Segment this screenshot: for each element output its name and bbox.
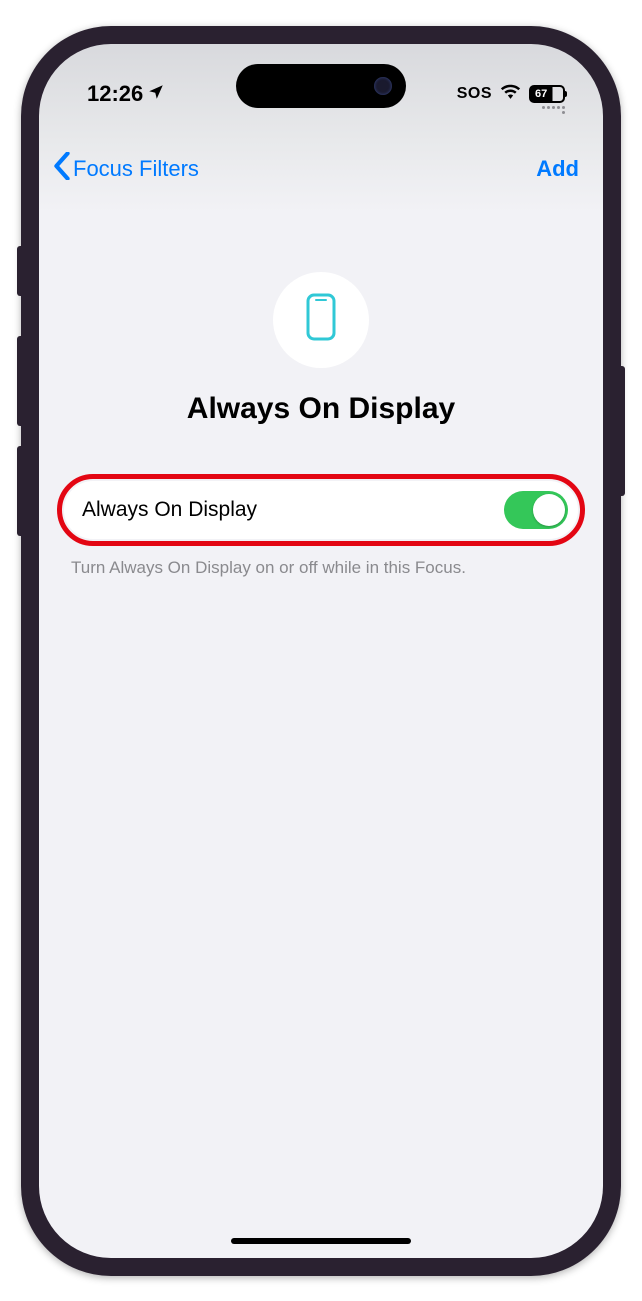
- add-button[interactable]: Add: [536, 156, 579, 182]
- side-button: [621, 366, 625, 496]
- always-on-display-row[interactable]: Always On Display: [64, 481, 578, 539]
- nav-bar: Focus Filters Add: [39, 124, 603, 194]
- battery-icon: 67: [529, 85, 565, 103]
- phone-frame: 12:26 SOS 67 Focus Filter: [21, 26, 621, 1276]
- chevron-left-icon: [53, 152, 71, 186]
- status-dots: [541, 106, 565, 114]
- status-right: SOS 67: [457, 83, 565, 104]
- front-camera: [374, 77, 392, 95]
- dynamic-island: [236, 64, 406, 108]
- row-label: Always On Display: [82, 498, 257, 522]
- wifi-icon: [500, 83, 521, 104]
- hero-icon-circle: [273, 272, 369, 368]
- settings-group: Always On Display Turn Always On Display…: [39, 426, 603, 578]
- highlight-annotation: Always On Display: [57, 474, 585, 546]
- screen: 12:26 SOS 67 Focus Filter: [39, 44, 603, 1258]
- page-title: Always On Display: [187, 392, 455, 426]
- always-on-display-toggle[interactable]: [504, 491, 568, 529]
- location-icon: [147, 81, 165, 107]
- hero: Always On Display: [39, 194, 603, 426]
- home-indicator[interactable]: [231, 1238, 411, 1244]
- setting-footer: Turn Always On Display on or off while i…: [57, 546, 585, 578]
- back-button[interactable]: Focus Filters: [53, 152, 199, 186]
- status-time: 12:26: [87, 81, 143, 107]
- back-label: Focus Filters: [73, 156, 199, 182]
- status-left: 12:26: [87, 81, 165, 107]
- phone-icon: [306, 293, 336, 346]
- battery-level: 67: [535, 88, 547, 100]
- sos-indicator: SOS: [457, 85, 492, 103]
